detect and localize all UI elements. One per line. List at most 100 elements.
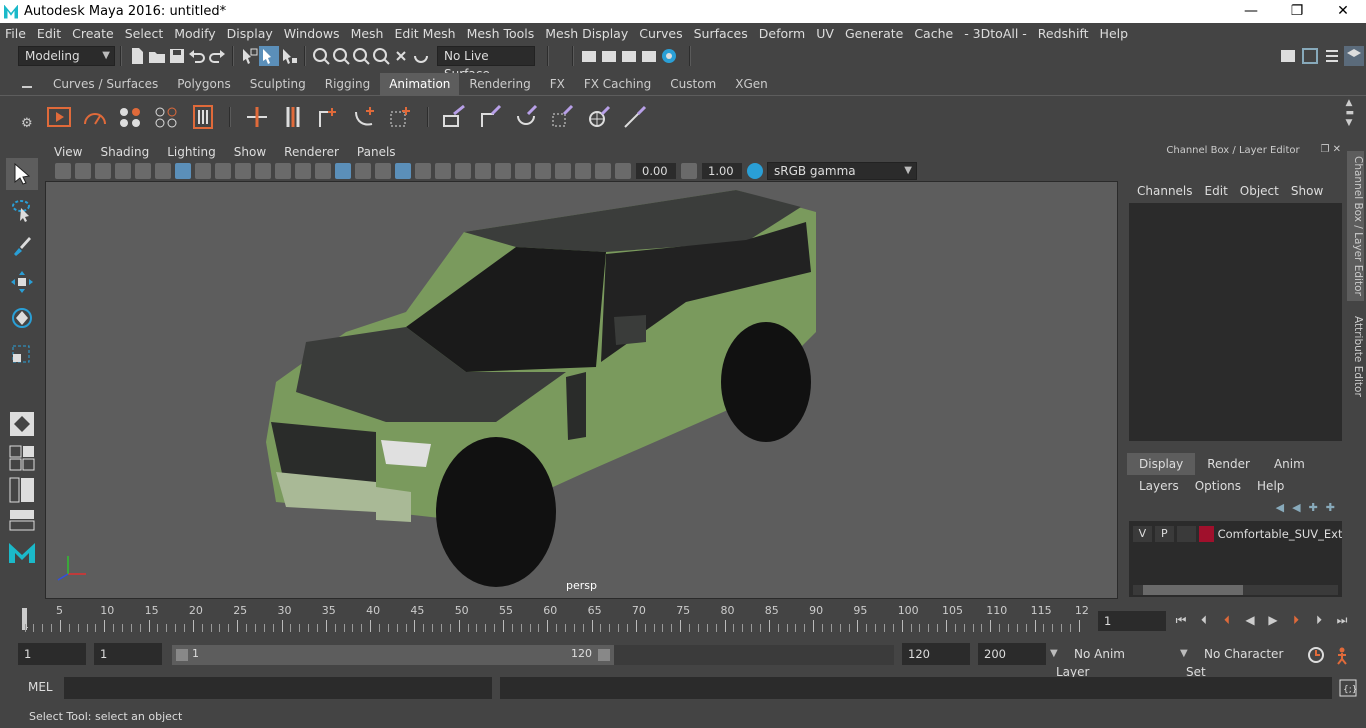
bind-skin-icon[interactable] [386, 102, 416, 132]
play-forwards-icon[interactable]: ▶ [1264, 610, 1282, 630]
move-layer-down-icon[interactable]: ◀ [1292, 501, 1300, 514]
render-current-frame-icon[interactable] [599, 46, 619, 66]
image-plane-icon[interactable] [115, 163, 131, 179]
channel-list[interactable] [1129, 203, 1342, 441]
shelf-tab-fx-caching[interactable]: FX Caching [574, 73, 661, 95]
xray-joints-icon[interactable] [595, 163, 611, 179]
anim-layer-dropdown[interactable]: ▼ No Anim Layer [1050, 645, 1168, 679]
menu-mesh[interactable]: Mesh [346, 26, 389, 41]
step-back-key-icon[interactable]: ⏴ [1218, 610, 1236, 630]
scrollbar-thumb[interactable] [1143, 585, 1243, 595]
panel-menu-shading[interactable]: Shading [91, 145, 158, 159]
select-tool-icon[interactable] [6, 158, 38, 190]
menu-edit-mesh[interactable]: Edit Mesh [389, 26, 460, 41]
layer-menu-help[interactable]: Help [1249, 479, 1292, 493]
bookmark-icon[interactable] [95, 163, 111, 179]
menu-help[interactable]: Help [1095, 26, 1134, 41]
render-settings-icon[interactable] [579, 46, 599, 66]
range-end-handle[interactable] [598, 649, 610, 661]
persp-graph-layout-icon[interactable] [6, 508, 38, 532]
cb-menu-edit[interactable]: Edit [1199, 184, 1234, 198]
tab-display[interactable]: Display [1127, 453, 1196, 475]
side-tab-channel-box[interactable]: Channel Box / Layer Editor [1347, 151, 1364, 301]
layer-visibility-toggle[interactable]: V [1133, 526, 1152, 542]
shadows-icon[interactable] [435, 163, 451, 179]
ik-spline-icon[interactable] [350, 102, 380, 132]
snap-point-icon[interactable] [351, 46, 371, 66]
shelf-tab-animation[interactable]: Animation [380, 73, 460, 95]
grease-pencil-icon[interactable] [155, 163, 171, 179]
make-live-icon[interactable] [391, 46, 411, 66]
menu-redshift[interactable]: Redshift [1033, 26, 1094, 41]
current-frame-field[interactable]: 1 [1098, 611, 1166, 631]
use-default-material-icon[interactable] [355, 163, 371, 179]
single-perspective-layout-icon[interactable] [6, 408, 38, 440]
resolution-gate-icon[interactable] [215, 163, 231, 179]
shelf-tab-custom[interactable]: Custom [661, 73, 726, 95]
menu-select[interactable]: Select [120, 26, 169, 41]
grid-icon[interactable] [175, 163, 191, 179]
shelf-tab-polygons[interactable]: Polygons [168, 73, 240, 95]
minimize-button[interactable]: — [1228, 0, 1274, 23]
attribute-toggle-icon[interactable] [1322, 46, 1342, 66]
menu-deform[interactable]: Deform [754, 26, 810, 41]
parent-constraint-icon[interactable] [440, 102, 470, 132]
channel-box-toggle-icon[interactable] [1344, 46, 1364, 66]
magnet-icon[interactable] [411, 46, 431, 66]
time-slider[interactable]: 1 51015202530354045505560657075808590951… [18, 604, 1091, 632]
end-time-field[interactable]: 200 [978, 643, 1046, 665]
cb-menu-channels[interactable]: Channels [1131, 184, 1199, 198]
close-panel-icon[interactable]: ✕ [1333, 144, 1341, 155]
trax-editor-icon[interactable] [188, 102, 218, 132]
maximize-button[interactable]: ❐ [1274, 0, 1320, 23]
menu-uv[interactable]: UV [811, 26, 839, 41]
color-management-icon[interactable] [747, 163, 763, 179]
scale-constraint-icon[interactable] [548, 102, 578, 132]
shelf-tab-xgen[interactable]: XGen [726, 73, 777, 95]
field-chart-icon[interactable] [255, 163, 271, 179]
range-slider[interactable]: 1 120 [172, 645, 614, 665]
persp-outliner-layout-icon[interactable] [6, 476, 38, 504]
render-view-icon[interactable] [639, 46, 659, 66]
motion-blur-icon[interactable] [475, 163, 491, 179]
step-back-frame-icon[interactable]: ⏴ [1195, 610, 1213, 630]
menu-mesh-tools[interactable]: Mesh Tools [462, 26, 540, 41]
snap-curve-icon[interactable] [331, 46, 351, 66]
shelf-scroll-arrows-icon[interactable]: ▲ ▬ ▼ [1345, 98, 1354, 128]
menu-set-dropdown[interactable]: Modeling ▼ [18, 46, 115, 66]
exposure-field[interactable]: 0.00 [636, 163, 676, 179]
menu-cache[interactable]: Cache [909, 26, 958, 41]
go-to-start-icon[interactable]: ⏮ [1172, 610, 1190, 630]
auto-key-icon[interactable] [1306, 645, 1326, 665]
outliner-toggle-icon[interactable] [1300, 46, 1320, 66]
menu-edit[interactable]: Edit [32, 26, 66, 41]
layer-menu-options[interactable]: Options [1187, 479, 1249, 493]
scale-tool-icon[interactable] [6, 338, 38, 370]
multisample-aa-icon[interactable] [495, 163, 511, 179]
shelf-tab-fx[interactable]: FX [540, 73, 574, 95]
perspective-viewport[interactable]: persp [45, 181, 1118, 599]
menu-curves[interactable]: Curves [634, 26, 687, 41]
depth-of-field-icon[interactable] [515, 163, 531, 179]
point-constraint-icon[interactable] [476, 102, 506, 132]
command-input[interactable] [64, 677, 492, 699]
screen-space-ao-icon[interactable] [455, 163, 471, 179]
save-scene-icon[interactable] [167, 46, 187, 66]
new-layer-selected-icon[interactable]: ✚ [1326, 501, 1335, 514]
film-gate-icon[interactable] [195, 163, 211, 179]
use-all-lights-icon[interactable] [415, 163, 431, 179]
layer-row[interactable]: V P Comfortable_SUV_Exte [1133, 525, 1342, 543]
shelf-tab-sculpting[interactable]: Sculpting [240, 73, 315, 95]
menu-surfaces[interactable]: Surfaces [689, 26, 753, 41]
playback-start-field[interactable]: 1 [94, 643, 162, 665]
panel-menu-lighting[interactable]: Lighting [158, 145, 225, 159]
shelf-tabs-menu-icon[interactable] [22, 86, 32, 88]
step-forward-key-icon[interactable]: ⏵ [1287, 610, 1305, 630]
animation-preferences-icon[interactable] [1334, 645, 1354, 665]
script-editor-icon[interactable]: {;} [1338, 678, 1358, 698]
orient-constraint-icon[interactable] [512, 102, 542, 132]
float-panel-icon[interactable]: ❐ [1320, 144, 1329, 155]
range-start-handle[interactable] [176, 649, 188, 661]
set-key-speed-icon[interactable] [80, 102, 110, 132]
wireframe-icon[interactable] [315, 163, 331, 179]
